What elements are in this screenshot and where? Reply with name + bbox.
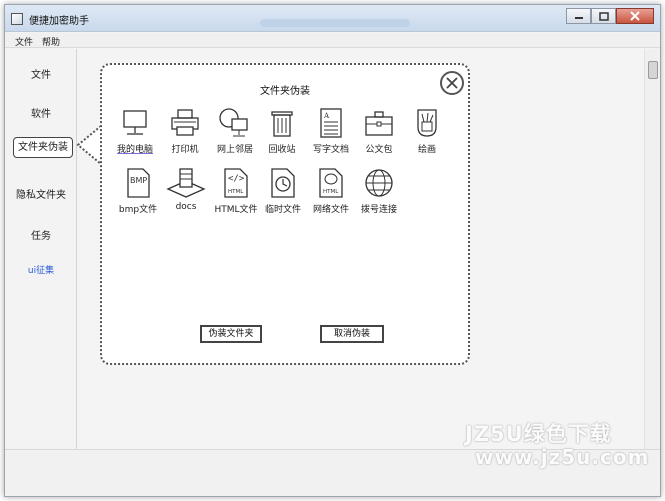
icon-label: 公文包 xyxy=(365,145,393,155)
icon-temp-file[interactable]: 临时文件 xyxy=(258,167,308,215)
sidebar-item-ui-collect[interactable]: ui征集 xyxy=(5,263,77,276)
icon-label: 写字文档 xyxy=(312,145,349,155)
network-neighborhood-icon xyxy=(219,108,248,137)
web-file-icon: HTML xyxy=(319,168,343,198)
icon-my-computer[interactable]: 我的电脑 xyxy=(110,107,160,155)
icon-label: 打印机 xyxy=(171,145,199,155)
svg-text:A: A xyxy=(323,112,330,120)
icon-label: docs xyxy=(175,202,197,212)
icon-label: 回收站 xyxy=(268,145,296,155)
dialup-globe-icon xyxy=(365,169,393,197)
icon-html-file[interactable]: </> HTML HTML文件 xyxy=(211,167,261,215)
menu-file[interactable]: 文件 xyxy=(11,33,38,48)
docs-stack-icon xyxy=(166,168,206,198)
sidebar: 文件 软件 文件夹伪装 隐私文件夹 任务 ui征集 xyxy=(5,49,77,449)
icon-dialup[interactable]: 拨号连接 xyxy=(354,167,404,215)
window-title: 便捷加密助手 xyxy=(29,16,89,27)
menu-help[interactable]: 帮助 xyxy=(38,33,65,48)
menu-bar: 文件 帮助 xyxy=(5,33,660,48)
app-window: 便捷加密助手 文件 帮助 文件 软件 文件夹伪装 隐私文件夹 任务 ui征集 文… xyxy=(4,4,661,497)
icon-web-file[interactable]: HTML 网络文件 xyxy=(306,167,356,215)
sidebar-item-tasks[interactable]: 任务 xyxy=(5,227,77,242)
scrollbar-thumb[interactable] xyxy=(648,61,658,79)
sidebar-item-private-folder[interactable]: 隐私文件夹 xyxy=(5,186,77,201)
watermark-url: www.jz5u.com xyxy=(475,445,650,469)
sidebar-item-software[interactable]: 软件 xyxy=(5,105,77,120)
close-icon xyxy=(630,11,640,21)
icon-label: 临时文件 xyxy=(264,205,301,215)
close-button[interactable] xyxy=(616,8,654,24)
folder-disguise-panel: 文件夹伪装 我的电脑 打印机 网上邻居 回收站 A 写字文档 公文包 绘画 BM… xyxy=(76,63,470,365)
icon-paint[interactable]: 绘画 xyxy=(402,107,452,155)
briefcase-icon xyxy=(365,111,393,136)
close-circle-icon xyxy=(446,77,458,89)
icon-word-doc[interactable]: A 写字文档 xyxy=(306,107,356,155)
title-bar: 便捷加密助手 xyxy=(5,5,660,32)
maximize-button[interactable] xyxy=(591,8,616,24)
svg-text:HTML: HTML xyxy=(228,189,244,195)
icon-recycle-bin[interactable]: 回收站 xyxy=(257,107,307,155)
icon-network[interactable]: 网上邻居 xyxy=(210,107,260,155)
icon-label: 我的电脑 xyxy=(116,145,153,155)
title-bar-blur xyxy=(260,19,410,27)
disguise-folder-button[interactable]: 伪装文件夹 xyxy=(200,325,262,343)
svg-text:</>: </> xyxy=(228,174,245,184)
icon-label: 网上邻居 xyxy=(216,145,253,155)
icon-label: bmp文件 xyxy=(118,205,158,215)
temp-file-icon xyxy=(271,168,295,198)
vertical-scrollbar[interactable] xyxy=(644,49,660,449)
document-icon: A xyxy=(320,108,342,138)
panel-close-button[interactable] xyxy=(440,71,464,95)
minimize-button[interactable] xyxy=(566,8,591,24)
icon-label: 网络文件 xyxy=(312,205,349,215)
sidebar-item-files[interactable]: 文件 xyxy=(5,66,77,81)
watermark-logo-text: JZ5U绿色下载 xyxy=(465,422,612,446)
panel-title: 文件夹伪装 xyxy=(260,86,310,97)
icon-label: 绘画 xyxy=(417,145,436,155)
icon-bmp-file[interactable]: BMP bmp文件 xyxy=(113,167,163,215)
recycle-bin-icon xyxy=(271,111,293,137)
minimize-icon xyxy=(574,17,583,19)
icon-label: 拨号连接 xyxy=(360,205,397,215)
sidebar-item-folder-disguise[interactable]: 文件夹伪装 xyxy=(13,137,73,158)
computer-icon xyxy=(123,110,147,135)
app-icon xyxy=(11,13,23,25)
maximize-icon xyxy=(598,11,609,21)
bmp-file-icon: BMP xyxy=(127,168,150,198)
printer-icon xyxy=(171,109,199,136)
icon-label: HTML文件 xyxy=(214,205,258,215)
paint-icon xyxy=(417,109,437,137)
cancel-disguise-button[interactable]: 取消伪装 xyxy=(320,325,384,343)
icon-docs[interactable]: docs xyxy=(161,167,211,212)
panel-pointer xyxy=(76,125,102,165)
svg-text:HTML: HTML xyxy=(323,189,339,195)
html-file-icon: </> HTML xyxy=(224,168,248,198)
icon-printer[interactable]: 打印机 xyxy=(160,107,210,155)
icon-briefcase[interactable]: 公文包 xyxy=(354,107,404,155)
svg-text:BMP: BMP xyxy=(130,176,147,185)
